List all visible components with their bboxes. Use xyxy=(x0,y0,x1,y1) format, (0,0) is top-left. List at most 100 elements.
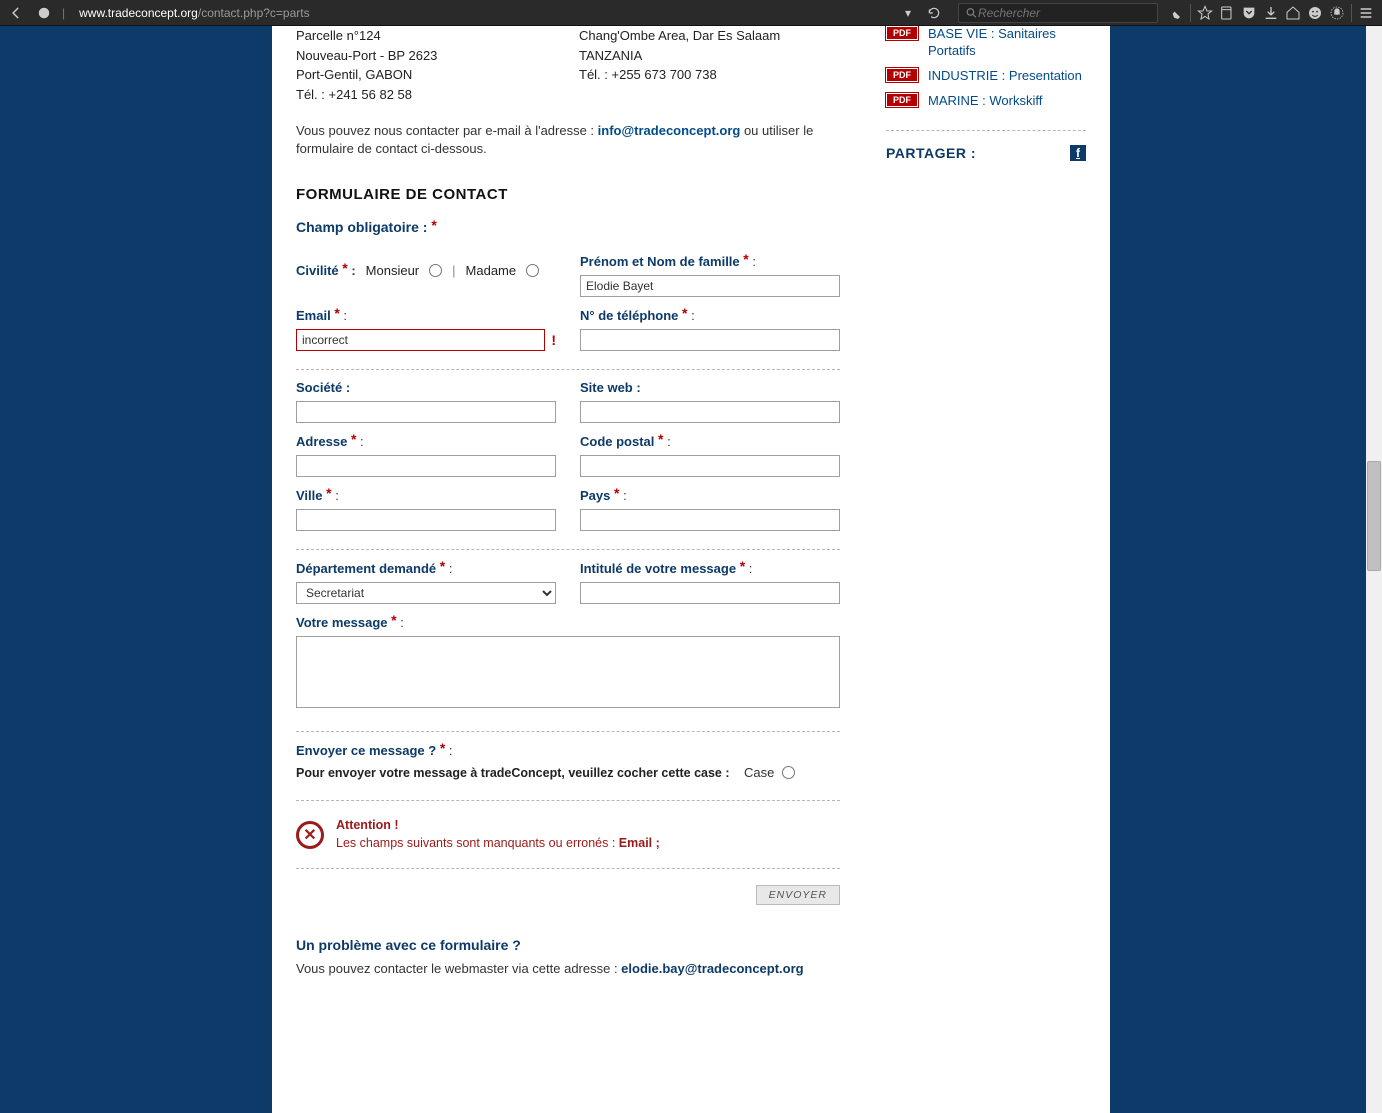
dept-label: Département demandé * : xyxy=(296,560,556,576)
bookmark-icon[interactable] xyxy=(1195,3,1215,23)
chrome-toolbar xyxy=(1166,3,1376,23)
company-label: Société : xyxy=(296,380,556,395)
separator xyxy=(296,800,840,801)
globe-icon xyxy=(34,3,54,23)
url-bar[interactable]: www.tradeconcept.org/contact.php?c=parts… xyxy=(73,3,950,23)
problem-text: Vous pouvez contacter le webmaster via c… xyxy=(296,961,842,976)
reload-icon[interactable] xyxy=(924,3,944,23)
pdf-badge-icon: PDF xyxy=(886,26,918,40)
message-label: Votre message * : xyxy=(296,614,840,630)
addr-line: Parcelle n°124 xyxy=(296,26,559,46)
name-input[interactable] xyxy=(580,275,840,297)
pdf-item: PDF BASE VIE : Sanitaires Portatifs xyxy=(886,26,1086,60)
subject-input[interactable] xyxy=(580,582,840,604)
addr-line: Nouveau-Port - BP 2623 xyxy=(296,46,559,66)
country-input[interactable] xyxy=(580,509,840,531)
separator xyxy=(296,731,840,732)
required-legend: Champ obligatoire : * xyxy=(296,219,842,235)
page: Parcelle n°124 Nouveau-Port - BP 2623 Po… xyxy=(272,26,1110,1113)
search-input[interactable] xyxy=(978,6,1151,20)
facebook-icon[interactable]: f xyxy=(1070,145,1086,161)
devtools-icon[interactable] xyxy=(1166,3,1186,23)
error-alert: ✕ Attention ! Les champs suivants sont m… xyxy=(296,817,840,852)
confirm-radio[interactable] xyxy=(782,766,795,779)
back-button[interactable] xyxy=(6,3,26,23)
civility-monsieur-label: Monsieur xyxy=(366,263,419,278)
addr-line: TANZANIA xyxy=(579,46,842,66)
message-textarea[interactable] xyxy=(296,636,840,708)
addr-line: Tél. : +255 673 700 738 xyxy=(579,65,842,85)
share-row: PARTAGER : f xyxy=(886,145,1086,161)
downloads-icon[interactable] xyxy=(1261,3,1281,23)
pdf-link[interactable]: INDUSTRIE : Presentation xyxy=(928,68,1082,85)
city-input[interactable] xyxy=(296,509,556,531)
sidebar: PDF BASE VIE : Sanitaires Portatifs PDF … xyxy=(862,26,1110,1113)
send-label: Envoyer ce message ? * : xyxy=(296,742,840,758)
separator xyxy=(296,549,840,550)
menu-icon[interactable] xyxy=(1356,3,1376,23)
addr-line: Chang'Ombe Area, Dar Es Salaam xyxy=(579,26,842,46)
home-icon[interactable] xyxy=(1283,3,1303,23)
separator xyxy=(886,130,1086,131)
intro-pre: Vous pouvez nous contacter par e-mail à … xyxy=(296,123,598,138)
email-error-icon: ! xyxy=(551,332,556,348)
alert-title: Attention ! xyxy=(336,818,398,832)
pdf-badge-icon: PDF xyxy=(886,68,918,82)
intro-email-link[interactable]: info@tradeconcept.org xyxy=(598,123,741,138)
email-label: Email * : xyxy=(296,307,556,323)
main-column: Parcelle n°124 Nouveau-Port - BP 2623 Po… xyxy=(272,26,862,1113)
address-right: Chang'Ombe Area, Dar Es Salaam TANZANIA … xyxy=(579,26,842,104)
pdf-badge-icon: PDF xyxy=(886,93,918,107)
viewport: Parcelle n°124 Nouveau-Port - BP 2623 Po… xyxy=(0,26,1382,1113)
case-label: Case xyxy=(744,765,774,780)
civility-madame-label: Madame xyxy=(466,263,517,278)
problem-title: Un problème avec ce formulaire ? xyxy=(296,937,842,953)
search-icon xyxy=(965,6,978,20)
ghostery-icon[interactable] xyxy=(1327,3,1347,23)
addr-line: Tél. : +241 56 82 58 xyxy=(296,85,559,105)
email-input[interactable] xyxy=(296,329,545,351)
country-label: Pays * : xyxy=(580,487,840,503)
name-label: Prénom et Nom de famille * : xyxy=(580,253,840,269)
civility-madame-radio[interactable] xyxy=(526,264,539,277)
address-left: Parcelle n°124 Nouveau-Port - BP 2623 Po… xyxy=(296,26,559,104)
dept-select[interactable]: Secretariat xyxy=(296,582,556,604)
phone-input[interactable] xyxy=(580,329,840,351)
error-icon: ✕ xyxy=(296,821,324,849)
separator xyxy=(296,369,840,370)
problem-pre: Vous pouvez contacter le webmaster via c… xyxy=(296,961,621,976)
form-grid: Civilité * : Monsieur | Madame Prénom et… xyxy=(296,253,842,905)
civility-label: Civilité * : xyxy=(296,262,356,278)
civility-monsieur-radio[interactable] xyxy=(429,264,442,277)
pdf-link[interactable]: MARINE : Workskiff xyxy=(928,93,1042,110)
send-instruction: Pour envoyer votre message à tradeConcep… xyxy=(296,766,730,780)
dropdown-icon[interactable]: ▾ xyxy=(898,3,918,23)
address-block: Parcelle n°124 Nouveau-Port - BP 2623 Po… xyxy=(296,26,842,104)
city-label: Ville * : xyxy=(296,487,556,503)
website-label: Site web : xyxy=(580,380,840,395)
webmaster-email-link[interactable]: elodie.bay@tradeconcept.org xyxy=(621,961,803,976)
address-label: Adresse * : xyxy=(296,433,556,449)
submit-button[interactable]: ENVOYER xyxy=(756,885,840,905)
url-host: www.tradeconcept.org xyxy=(79,6,198,20)
pdf-link[interactable]: BASE VIE : Sanitaires Portatifs xyxy=(928,26,1086,60)
separator xyxy=(296,868,840,869)
library-icon[interactable] xyxy=(1217,3,1237,23)
scrollbar-track[interactable] xyxy=(1366,26,1382,1113)
civility-row: Civilité * : Monsieur | Madame xyxy=(296,262,539,278)
website-input[interactable] xyxy=(580,401,840,423)
smiley-icon[interactable] xyxy=(1305,3,1325,23)
postal-input[interactable] xyxy=(580,455,840,477)
pocket-icon[interactable] xyxy=(1239,3,1259,23)
search-box[interactable] xyxy=(958,3,1158,23)
alert-fields: Email ; xyxy=(619,836,660,850)
phone-label: N° de téléphone * : xyxy=(580,307,840,323)
share-label: PARTAGER : xyxy=(886,145,976,161)
pdf-item: PDF INDUSTRIE : Presentation xyxy=(886,68,1086,85)
company-input[interactable] xyxy=(296,401,556,423)
scrollbar-thumb[interactable] xyxy=(1367,461,1381,571)
intro-text: Vous pouvez nous contacter par e-mail à … xyxy=(296,122,842,158)
required-legend-text: Champ obligatoire : xyxy=(296,219,427,235)
address-input[interactable] xyxy=(296,455,556,477)
addr-line: Port-Gentil, GABON xyxy=(296,65,559,85)
